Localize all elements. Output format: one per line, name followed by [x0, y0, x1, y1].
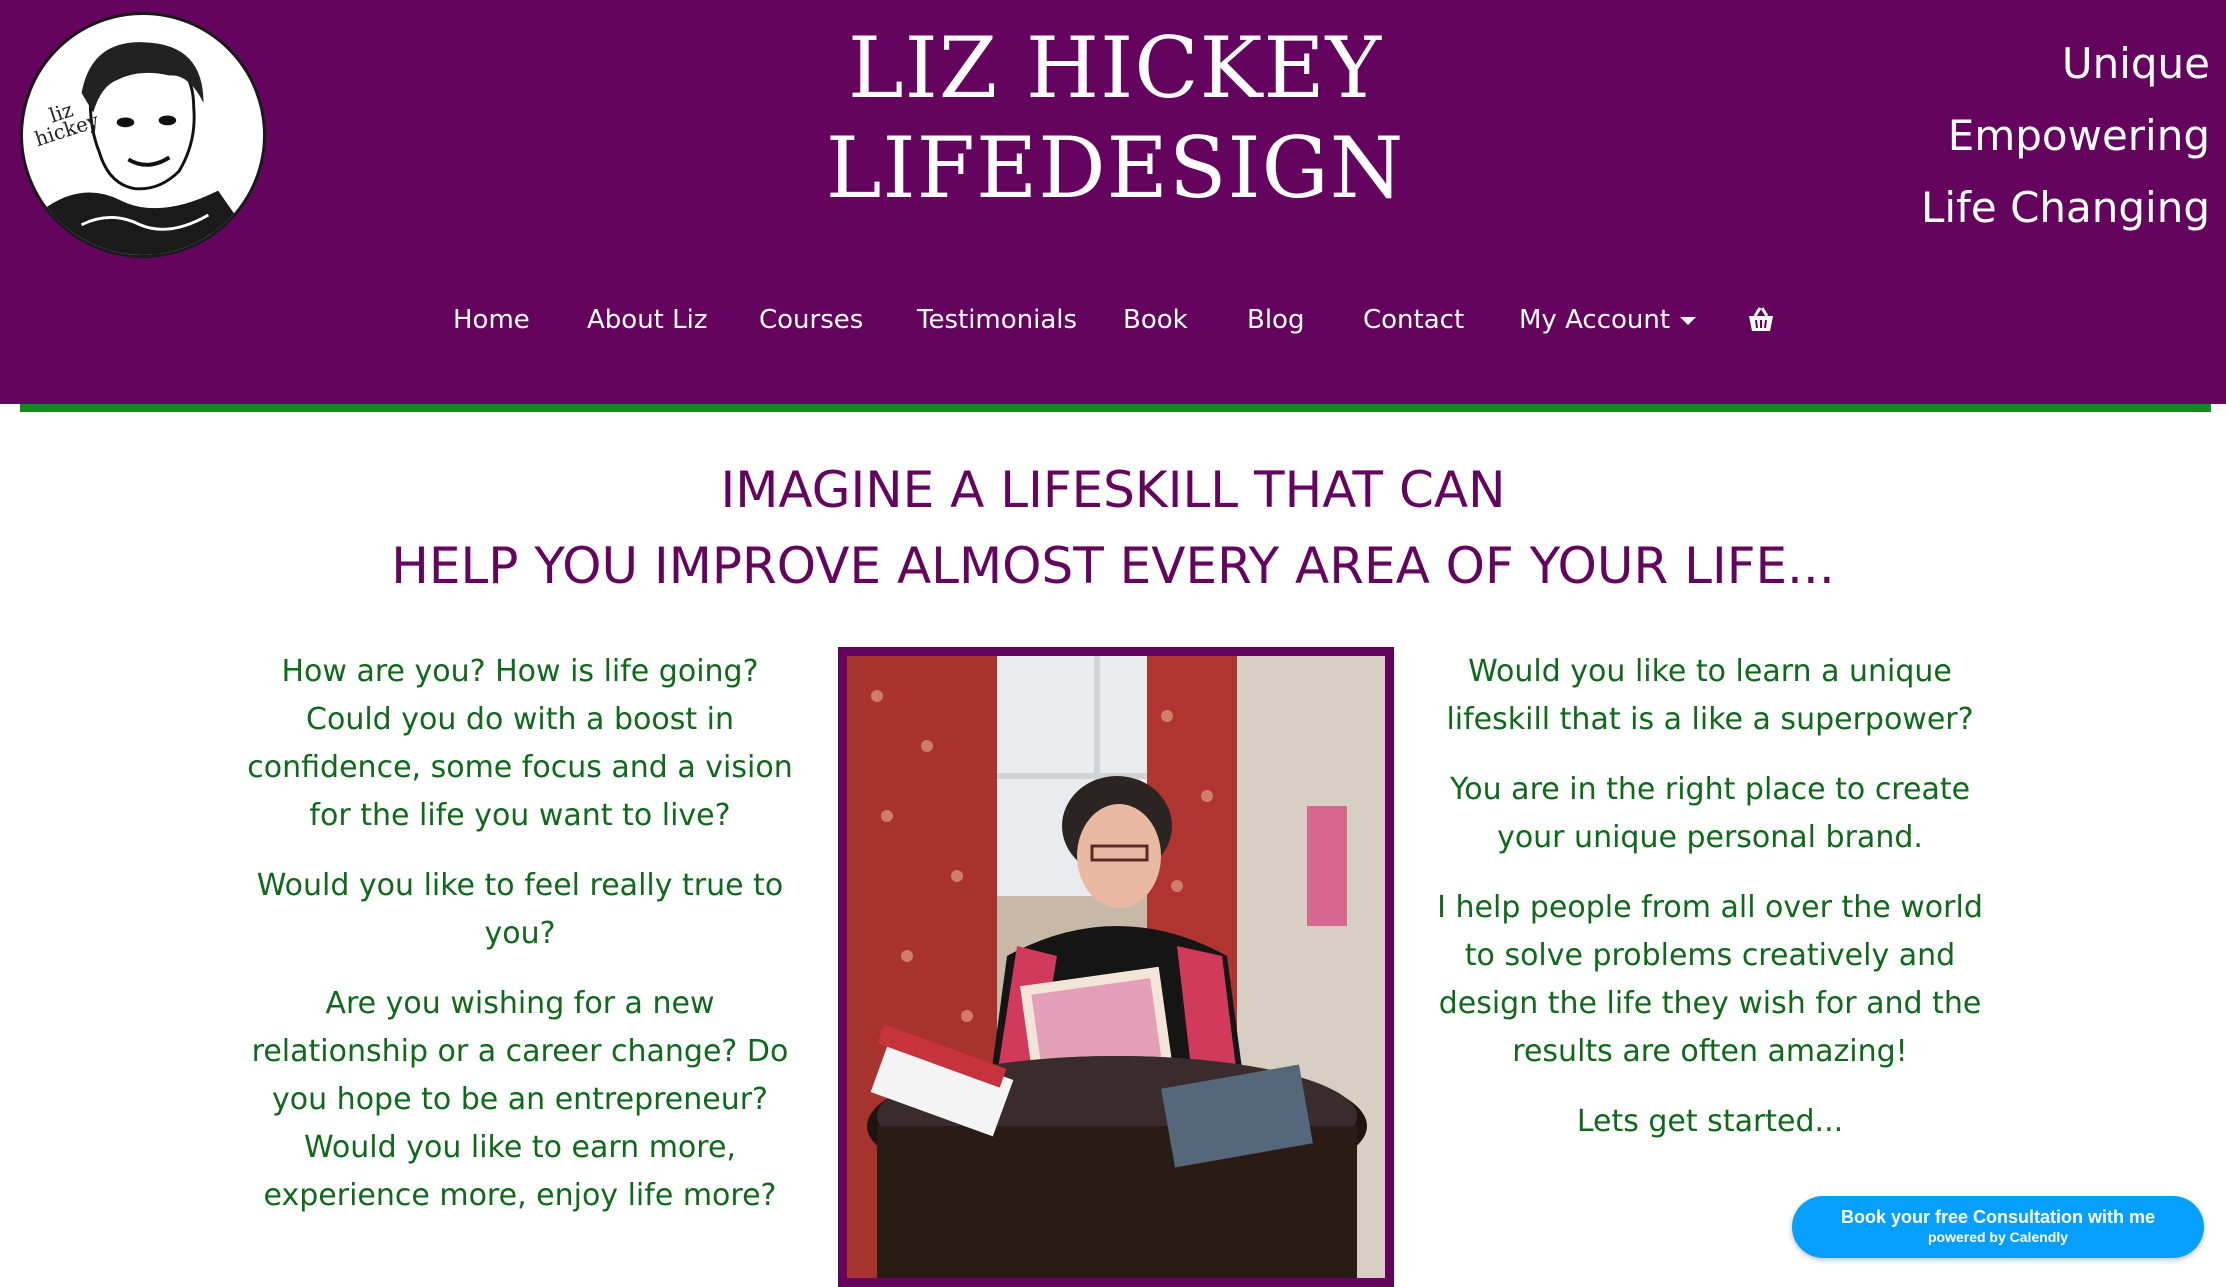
intro-paragraph: Would you like to learn a unique lifeski…	[1446, 654, 1974, 737]
calendly-label: Book your free Consultation with me	[1840, 1207, 2156, 1227]
intro-paragraph: You are in the right place to create you…	[1449, 772, 1971, 855]
nav-testimonials[interactable]: Testimonials	[917, 300, 1077, 340]
main-nav: Home About Liz Courses Testimonials Book…	[0, 300, 2226, 340]
hero-headline-line: HELP YOU IMPROVE ALMOST EVERY AREA OF YO…	[391, 537, 1835, 595]
intro-paragraph: Lets get started...	[1576, 1104, 1844, 1139]
photo-image	[847, 656, 1385, 1278]
calendly-powered-by: powered by Calendly	[1927, 1229, 2069, 1245]
nav-about-liz[interactable]: About Liz	[587, 300, 708, 340]
shopping-basket-icon[interactable]	[1746, 306, 1776, 334]
nav-contact[interactable]: Contact	[1363, 300, 1464, 340]
chevron-down-icon	[1680, 316, 1697, 325]
site-title[interactable]: LIZ HICKEY LIFEDESIGN	[700, 18, 1530, 218]
calendly-booking-button[interactable]: Book your free Consultation with me powe…	[1792, 1196, 2204, 1258]
intro-paragraph: Would you like to feel really true to yo…	[256, 868, 784, 951]
intro-paragraph: I help people from all over the world to…	[1437, 890, 1983, 1069]
intro-paragraph: How are you? How is life going? Could yo…	[247, 654, 793, 833]
intro-paragraph: Are you wishing for a new relationship o…	[251, 986, 789, 1213]
hero-headline: IMAGINE A LIFESKILL THAT CAN HELP YOU IM…	[0, 452, 2226, 604]
tagline: Unique	[2061, 39, 2210, 88]
tagline: Life Changing	[1921, 183, 2210, 232]
nav-book[interactable]: Book	[1123, 300, 1188, 340]
tagline: Empowering	[1947, 111, 2210, 160]
intro-right-column: Would you like to learn a unique lifeski…	[1420, 648, 2000, 1168]
intro-left-column: How are you? How is life going? Could yo…	[240, 648, 800, 1242]
site-header: liz hickey LIZ HICKEY LIFEDESIGN Unique …	[0, 0, 2226, 404]
nav-courses[interactable]: Courses	[759, 300, 863, 340]
site-title-line: LIFEDESIGN	[825, 119, 1405, 217]
profile-photo	[838, 647, 1394, 1287]
site-title-line: LIZ HICKEY	[847, 19, 1383, 117]
logo[interactable]: liz hickey	[20, 12, 266, 258]
nav-blog[interactable]: Blog	[1247, 300, 1304, 340]
taglines: Unique Empowering Life Changing	[1921, 28, 2210, 244]
nav-my-account-label: My Account	[1519, 305, 1671, 335]
header-divider	[20, 404, 2211, 412]
nav-my-account[interactable]: My Account	[1519, 300, 1697, 340]
nav-home[interactable]: Home	[453, 300, 530, 340]
hero-headline-line: IMAGINE A LIFESKILL THAT CAN	[720, 461, 1506, 519]
